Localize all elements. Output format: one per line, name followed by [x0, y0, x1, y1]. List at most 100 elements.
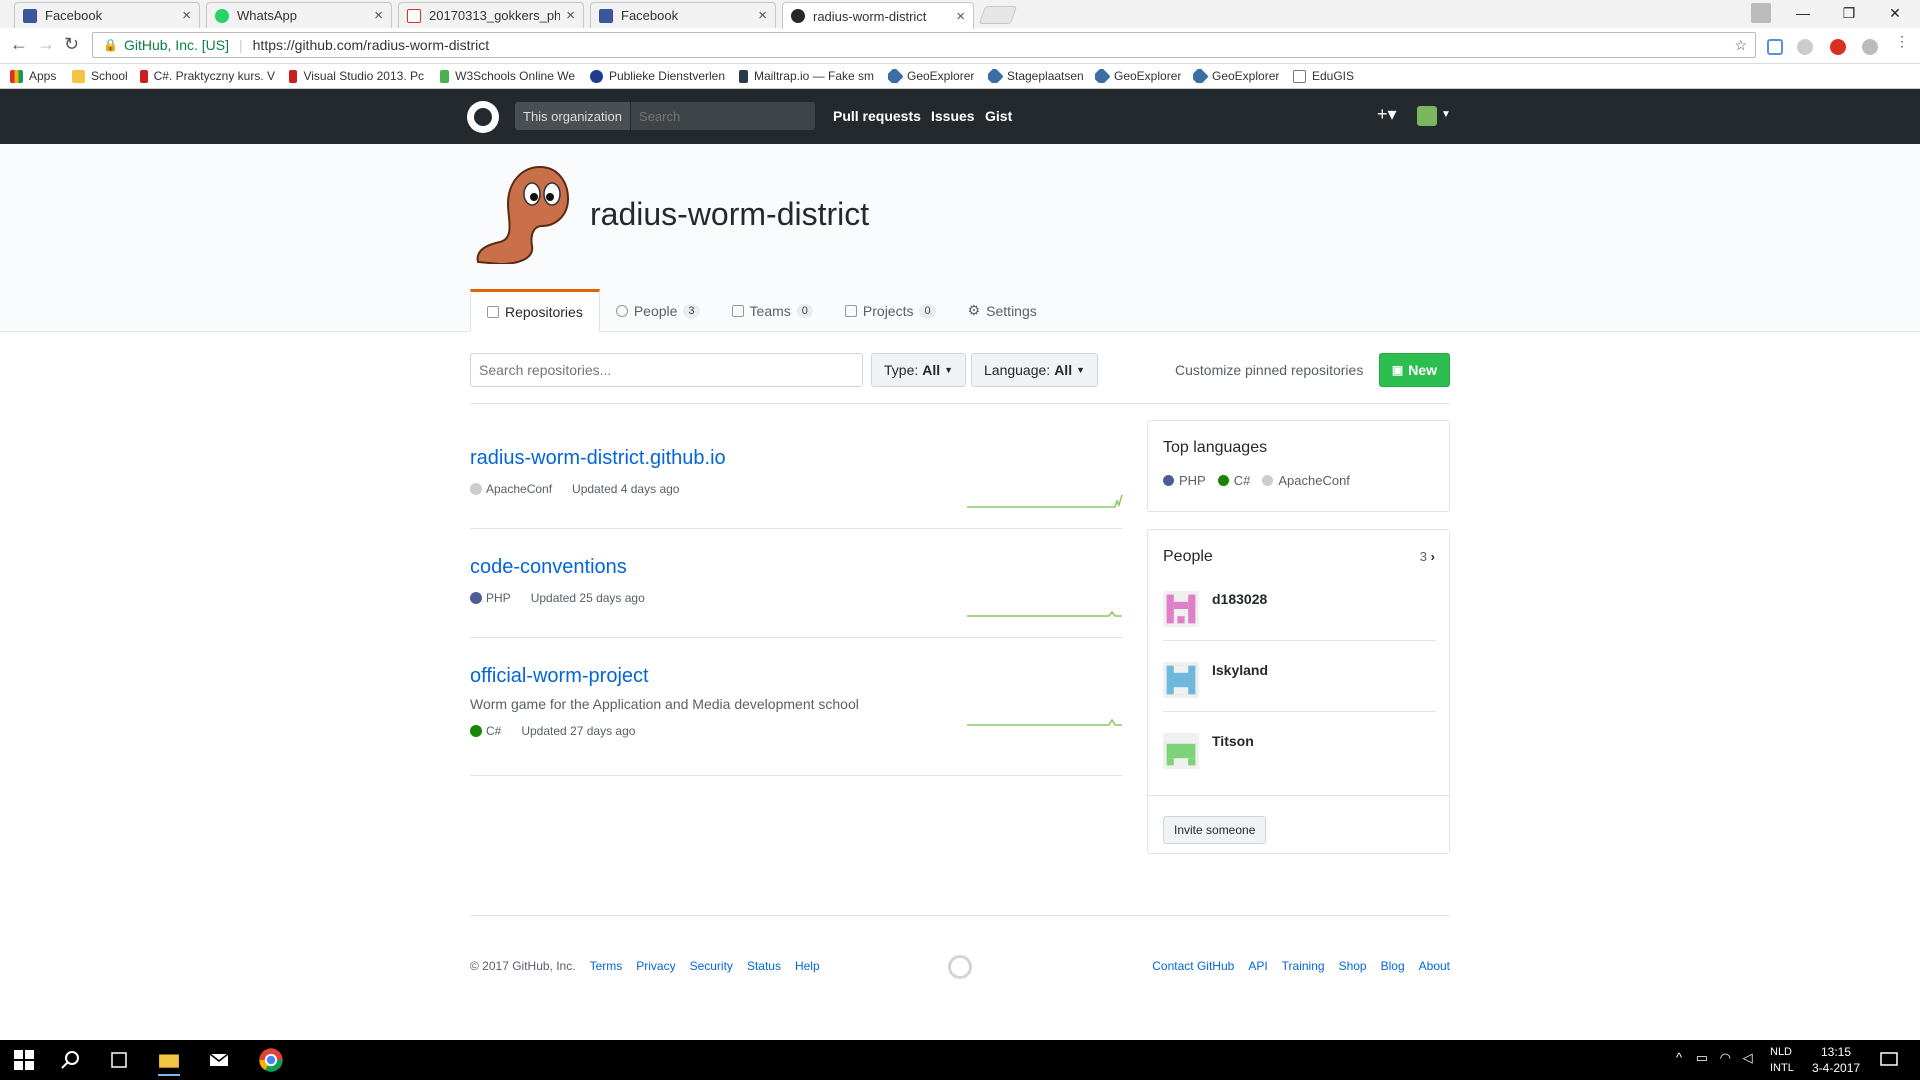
browser-tab-active[interactable]: radius-worm-district ×	[782, 2, 974, 29]
file-explorer-icon[interactable]	[158, 1046, 180, 1076]
language-color-dot	[470, 725, 482, 737]
address-bar[interactable]: 🔒 GitHub, Inc. [US] | https://github.com…	[92, 32, 1756, 58]
bookmark-item[interactable]: GeoExplorer	[888, 69, 974, 83]
browser-tab[interactable]: 20170313_gokkers_php_ ×	[398, 2, 584, 28]
header-search-input[interactable]	[631, 102, 815, 130]
windows-start-icon[interactable]	[13, 1050, 35, 1070]
cloud-icon[interactable]	[1797, 39, 1813, 55]
footer-link-security[interactable]: Security	[690, 959, 733, 973]
bookmark-item[interactable]: Stageplaatsen	[988, 69, 1084, 83]
footer-link-contact[interactable]: Contact GitHub	[1152, 959, 1234, 973]
org-avatar-worm	[476, 165, 570, 264]
bookmark-item[interactable]: Publieke Dienstverlen	[590, 69, 725, 83]
notification-icon[interactable]	[1880, 1051, 1898, 1069]
reload-icon[interactable]: ↻	[64, 34, 79, 55]
close-icon[interactable]: ×	[182, 7, 191, 24]
language-filter-dropdown[interactable]: Language: All ▼	[971, 353, 1098, 387]
tab-settings[interactable]: ⚙ Settings	[952, 289, 1053, 332]
footer-link-shop[interactable]: Shop	[1339, 959, 1367, 973]
browser-tab[interactable]: WhatsApp ×	[206, 2, 392, 28]
close-icon[interactable]: ×	[566, 7, 575, 24]
close-icon[interactable]: ×	[374, 7, 383, 24]
battery-icon[interactable]: ▭	[1696, 1050, 1708, 1065]
footer-link-privacy[interactable]: Privacy	[636, 959, 675, 973]
search-icon[interactable]	[60, 1050, 82, 1070]
repo-name-link[interactable]: official-worm-project	[470, 665, 1123, 688]
skype-icon[interactable]	[1862, 39, 1878, 55]
bookmark-item[interactable]: GeoExplorer	[1095, 69, 1181, 83]
bookmark-item[interactable]: EduGIS	[1293, 69, 1354, 83]
minimize-icon[interactable]: —	[1780, 0, 1826, 26]
system-clock[interactable]: 13:15 3-4-2017	[1812, 1044, 1860, 1076]
issues-link[interactable]: Issues	[931, 108, 975, 124]
repo-search-input[interactable]	[470, 353, 863, 387]
person-row[interactable]: d183028	[1163, 583, 1436, 641]
chrome-icon[interactable]	[258, 1047, 284, 1073]
new-tab-button[interactable]	[978, 6, 1018, 24]
bookmarks-bar: Apps School C#. Praktyczny kurs. V Visua…	[0, 64, 1920, 89]
create-new-dropdown[interactable]: +▾	[1377, 104, 1397, 125]
footer-link-blog[interactable]: Blog	[1381, 959, 1405, 973]
type-filter-dropdown[interactable]: Type: All ▼	[871, 353, 967, 387]
tab-repositories[interactable]: Repositories	[470, 289, 600, 332]
customize-pinned-link[interactable]: Customize pinned repositories	[1175, 362, 1363, 378]
tab-people[interactable]: People 3	[600, 289, 716, 332]
bookmark-item[interactable]: GeoExplorer	[1193, 69, 1279, 83]
forward-icon[interactable]: →	[37, 34, 55, 55]
bookmark-item[interactable]: Mailtrap.io — Fake sm	[739, 69, 874, 83]
bookmark-item[interactable]: Visual Studio 2013. Pc	[289, 69, 424, 83]
language-item[interactable]: PHP	[1163, 473, 1206, 488]
browser-tab[interactable]: Facebook ×	[14, 2, 200, 28]
bookmark-star-icon[interactable]: ☆	[1734, 37, 1747, 54]
language-item[interactable]: C#	[1217, 473, 1250, 488]
bookmark-apps[interactable]: Apps	[10, 69, 56, 83]
tab-teams[interactable]: Teams 0	[716, 289, 829, 332]
volume-icon[interactable]: ◁	[1743, 1050, 1753, 1065]
chevron-down-icon[interactable]: ▼	[1441, 109, 1451, 120]
footer-link-training[interactable]: Training	[1282, 959, 1325, 973]
github-icon	[791, 9, 805, 23]
tab-projects[interactable]: Projects 0	[829, 289, 952, 332]
caret-icon: ▼	[944, 365, 954, 375]
gist-link[interactable]: Gist	[985, 108, 1012, 124]
bookmark-folder[interactable]: School	[72, 69, 128, 83]
adblock-icon[interactable]	[1830, 39, 1846, 55]
bookmark-item[interactable]: W3Schools Online We	[440, 69, 575, 83]
invite-someone-button[interactable]: Invite someone	[1163, 816, 1267, 844]
github-mark-icon[interactable]	[948, 955, 972, 979]
bookmark-item[interactable]: C#. Praktyczny kurs. V	[140, 69, 275, 83]
footer-link-status[interactable]: Status	[747, 959, 781, 973]
language-item[interactable]: ApacheConf	[1262, 473, 1350, 488]
task-view-icon[interactable]	[108, 1050, 130, 1070]
footer-link-about[interactable]: About	[1419, 959, 1450, 973]
back-icon[interactable]: ←	[10, 34, 28, 55]
wifi-icon[interactable]: ◠	[1720, 1050, 1731, 1065]
new-repo-button[interactable]: ▣ New	[1379, 353, 1450, 387]
language-indicator[interactable]: NLD INTL	[1770, 1044, 1794, 1076]
restore-icon[interactable]: ❐	[1826, 0, 1872, 26]
person-row[interactable]: Titson	[1163, 725, 1436, 783]
browser-tab[interactable]: Facebook ×	[590, 2, 776, 28]
person-name[interactable]: Iskyland	[1212, 662, 1268, 678]
profile-icon[interactable]	[1738, 0, 1784, 26]
person-name[interactable]: d183028	[1212, 591, 1267, 607]
pull-requests-link[interactable]: Pull requests	[833, 108, 921, 124]
cast-icon[interactable]	[1767, 39, 1783, 55]
repo-name-link[interactable]: radius-worm-district.github.io	[470, 447, 1123, 470]
people-count-link[interactable]: 3 ›	[1420, 549, 1435, 564]
github-logo-icon[interactable]	[467, 101, 499, 133]
close-icon[interactable]: ×	[956, 8, 965, 25]
close-icon[interactable]: ×	[758, 7, 767, 24]
footer-link-api[interactable]: API	[1248, 959, 1267, 973]
window-close-icon[interactable]: ✕	[1872, 0, 1918, 26]
footer-link-terms[interactable]: Terms	[590, 959, 623, 973]
menu-icon[interactable]: ⋮	[1895, 33, 1909, 49]
person-name[interactable]: Titson	[1212, 733, 1254, 749]
repo-name-link[interactable]: code-conventions	[470, 556, 1123, 579]
footer-link-help[interactable]: Help	[795, 959, 820, 973]
person-row[interactable]: Iskyland	[1163, 654, 1436, 712]
mail-icon[interactable]	[208, 1050, 230, 1070]
user-avatar[interactable]	[1417, 106, 1437, 126]
chevron-up-icon[interactable]: ^	[1676, 1050, 1682, 1065]
bookmark-label: Apps	[29, 69, 57, 83]
